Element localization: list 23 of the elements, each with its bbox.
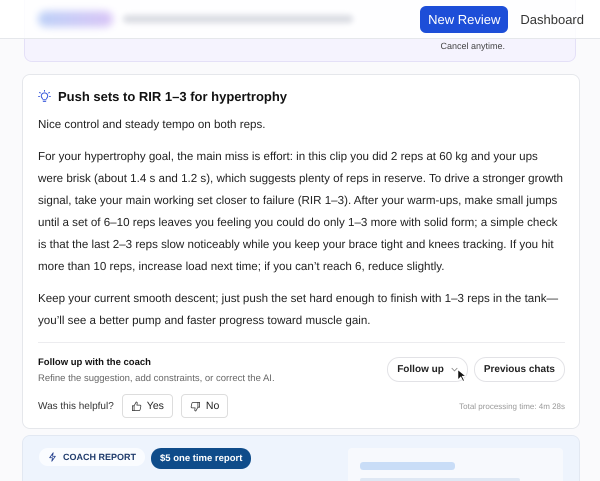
paragraph: For your hypertrophy goal, the main miss is effort: in this clip you did 2 reps at 60 kg and your ups were brisk (about 1.4 s and 1.2 s), which suggests plenty of reps in reserve. To drive a stronger growth signal, take your main working set closer to failure (RIR 1–3). After your warm-ups, make small jumps until a set of 6–10 reps leaves you feeling you could do only 1–3 more with solid form; a simple check is that the last 2–3 reps slow noticeably while you keep your brace tight and knees tracking. If you hit more than 10 reps, increase load next time; if you can’t reach 6, reduce slightly. [38, 149, 564, 275]
thumbs-up-icon [130, 400, 142, 412]
tag-label: COACH REPORT [63, 452, 136, 462]
paragraph: Nice control and steady tempo on both reps. [38, 117, 266, 133]
processing-time: Total processing time: 4m 28s [459, 402, 565, 410]
cancel-note: Cancel anytime. [440, 41, 505, 51]
mouse-cursor-icon [457, 369, 466, 382]
follow-up-button[interactable]: Follow up [387, 357, 468, 382]
suggestion-title: Push sets to RIR 1–3 for hypertrophy [58, 89, 287, 104]
price-badge: $5 one time report [151, 448, 252, 469]
new-review-button[interactable]: New Review [420, 6, 508, 32]
dashboard-button[interactable]: Dashboard [512, 6, 592, 32]
follow-up-title: Follow up with the coach [38, 357, 152, 368]
follow-up-subtitle: Refine the suggestion, add constraints, or correct the AI. [38, 373, 275, 384]
lightbulb-icon [38, 90, 51, 103]
yes-button[interactable]: Yes [122, 394, 173, 418]
previous-chats-button[interactable]: Previous chats [474, 357, 565, 382]
helpful-question: Was this helpful? [38, 400, 114, 412]
no-button[interactable]: No [180, 394, 228, 418]
lightning-icon [48, 452, 57, 462]
caret-icon [450, 367, 458, 372]
thumbs-down-icon [190, 400, 201, 412]
paragraph: Keep your current smooth descent; just push the set hard enough to finish with 1–3 reps in the tank—you’ll see a better pump and faster progress toward muscle gain. [38, 291, 560, 329]
